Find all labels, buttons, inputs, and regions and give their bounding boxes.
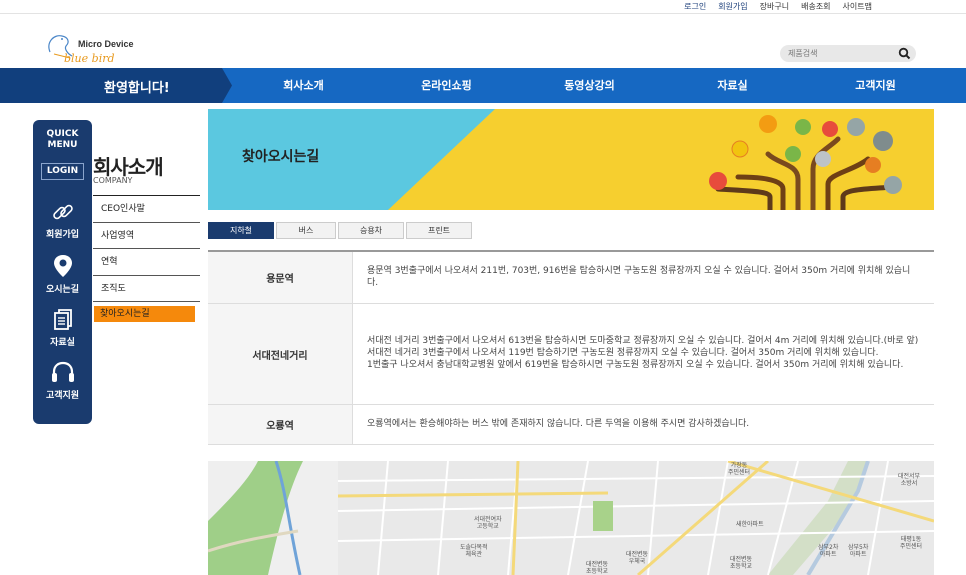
cart-link[interactable]: 장바구니 bbox=[760, 1, 801, 12]
station-name: 용문역 bbox=[208, 252, 353, 303]
map-label: 삼부2차 아파트 bbox=[818, 544, 839, 558]
banner-title: 찾아오시는길 bbox=[242, 149, 320, 165]
sitemap-link[interactable]: 사이트맵 bbox=[843, 1, 884, 12]
station-name: 서대전네거리 bbox=[208, 304, 353, 404]
table-row: 오룡역 오룡역에서는 환승해야하는 버스 밖에 존재하지 않습니다. 다른 두역… bbox=[208, 405, 934, 445]
logo-title: Micro Device bbox=[78, 39, 134, 49]
route-line: 오룡역에서는 환승해야하는 버스 밖에 존재하지 않습니다. 다른 두역을 이용… bbox=[367, 418, 750, 429]
nav-item-video[interactable]: 동영상강의 bbox=[518, 68, 661, 103]
quick-login-button[interactable]: LOGIN bbox=[41, 163, 84, 180]
route-description: 오룡역에서는 환승해야하는 버스 밖에 존재하지 않습니다. 다른 두역을 이용… bbox=[353, 405, 934, 444]
signup-link[interactable]: 회원가입 bbox=[718, 1, 759, 12]
route-line: 1번출구 나오셔서 충남대학교병원 앞에서 619번을 탑승하시면 구농도원 정… bbox=[367, 359, 904, 370]
nav-item-shopping[interactable]: 온라인쇼핑 bbox=[375, 68, 518, 103]
nav-items: 회사소개 온라인쇼핑 동영상강의 자료실 고객지원 bbox=[232, 68, 947, 103]
route-line: 서대전 네거리 3번출구에서 나오셔서 119번 탑승하기면 구농도원 정류장까… bbox=[367, 348, 879, 359]
map-label: 대전변동 우체국 bbox=[626, 551, 649, 565]
sub-menu-active-label: 찾아오시는길 bbox=[94, 306, 195, 322]
nav-item-library[interactable]: 자료실 bbox=[661, 68, 804, 103]
route-description: 용문역 3번출구에서 나오셔서 211번, 703번, 916번을 탑승하시면 … bbox=[353, 252, 934, 303]
sub-menu-item-organization[interactable]: 조직도 bbox=[93, 276, 200, 302]
quick-item-directions[interactable]: 오시는길 bbox=[33, 253, 92, 295]
nav-item-support[interactable]: 고객지원 bbox=[804, 68, 947, 103]
welcome-text: 환영합니다! bbox=[104, 81, 170, 96]
section-subtitle: COMPANY bbox=[93, 176, 133, 185]
route-tabs: 지하철 버스 승용차 프린트 bbox=[208, 222, 472, 239]
utility-bar: 로그인 회원가입 장바구니 배송조회 사이트맵 bbox=[0, 0, 966, 14]
quick-item-support[interactable]: 고객지원 bbox=[33, 361, 92, 401]
search-box bbox=[780, 45, 916, 62]
network-illustration-icon bbox=[709, 115, 902, 210]
quick-item-label: 회원가입 bbox=[45, 230, 80, 240]
login-link[interactable]: 로그인 bbox=[684, 1, 718, 12]
tab-bus[interactable]: 버스 bbox=[276, 222, 336, 239]
location-pin-icon bbox=[53, 255, 72, 277]
sub-menu-item-history[interactable]: 연혁 bbox=[93, 249, 200, 276]
logo-script: blue bird bbox=[64, 52, 115, 65]
quick-item-signup[interactable]: 회원가입 bbox=[33, 200, 92, 240]
map-label: 도솔다목적 체육관 bbox=[460, 544, 488, 558]
quick-menu-title: QUICK MENU bbox=[33, 120, 92, 151]
sub-menu-item-directions[interactable]: 찾아오시는길 bbox=[93, 306, 200, 333]
sub-menu-item-ceo[interactable]: CEO인사말 bbox=[93, 196, 200, 223]
map-label: 새한아파트 bbox=[736, 521, 764, 528]
map-label: 가장동 주민센터 bbox=[728, 462, 751, 476]
route-table: 용문역 용문역 3번출구에서 나오셔서 211번, 703번, 916번을 탑승… bbox=[208, 250, 934, 445]
utility-links: 로그인 회원가입 장바구니 배송조회 사이트맵 bbox=[684, 1, 884, 12]
quick-item-label: 오시는길 bbox=[45, 285, 80, 295]
map-label: 서대전여자 고등학교 bbox=[474, 516, 502, 530]
map-label: 태평1동 주민센터 bbox=[900, 536, 923, 550]
quick-item-library[interactable]: 자료실 bbox=[33, 308, 92, 348]
delivery-link[interactable]: 배송조회 bbox=[801, 1, 842, 12]
sub-menu-item-business[interactable]: 사업영역 bbox=[93, 223, 200, 249]
headset-icon bbox=[51, 361, 74, 382]
quick-item-label: 고객지원 bbox=[45, 391, 80, 401]
map-label: 대전변동 초등학교 bbox=[730, 556, 753, 570]
search-input[interactable] bbox=[788, 48, 898, 59]
sub-menu: CEO인사말 사업영역 연혁 조직도 찾아오시는길 bbox=[93, 195, 200, 333]
location-map[interactable]: 가장동 주민센터 서대전여자 고등학교 도솔다목적 체육관 대전변동 우체국 대… bbox=[208, 461, 934, 575]
main-nav: 환영합니다! 회사소개 온라인쇼핑 동영상강의 자료실 고객지원 bbox=[0, 68, 966, 103]
page-banner: 찾아오시는길 bbox=[208, 109, 934, 210]
table-row: 용문역 용문역 3번출구에서 나오셔서 211번, 703번, 916번을 탑승… bbox=[208, 252, 934, 304]
map-label: 대전서부 소방서 bbox=[898, 473, 921, 487]
route-line: 서대전 네거리 3번출구에서 나오셔서 613번을 탑승하시면 도마중학교 정류… bbox=[367, 336, 919, 347]
station-name: 오룡역 bbox=[208, 405, 353, 444]
welcome-banner: 환영합니다! bbox=[0, 68, 232, 103]
tab-print[interactable]: 프린트 bbox=[406, 222, 472, 239]
route-description: 서대전 네거리 3번출구에서 나오셔서 613번을 탑승하시면 도마중학교 정류… bbox=[353, 304, 934, 404]
tab-subway[interactable]: 지하철 bbox=[208, 222, 274, 239]
search-icon[interactable] bbox=[898, 47, 911, 60]
nav-item-company[interactable]: 회사소개 bbox=[232, 68, 375, 103]
quick-menu: QUICK MENU LOGIN 회원가입 오시는길 자료실 고객지원 bbox=[33, 120, 92, 424]
tab-car[interactable]: 승용차 bbox=[338, 222, 404, 239]
table-row: 서대전네거리 서대전 네거리 3번출구에서 나오셔서 613번을 탑승하시면 도… bbox=[208, 304, 934, 405]
route-line: 용문역 3번출구에서 나오셔서 211번, 703번, 916번을 탑승하시면 … bbox=[367, 265, 911, 288]
map-label: 대전변동 초등학교 bbox=[586, 561, 609, 575]
quick-item-label: 자료실 bbox=[50, 338, 75, 348]
documents-icon bbox=[53, 309, 72, 330]
link-icon bbox=[52, 204, 73, 220]
quick-title-text: QUICK MENU bbox=[46, 129, 79, 150]
map-label: 삼부5차 아파트 bbox=[848, 544, 869, 558]
